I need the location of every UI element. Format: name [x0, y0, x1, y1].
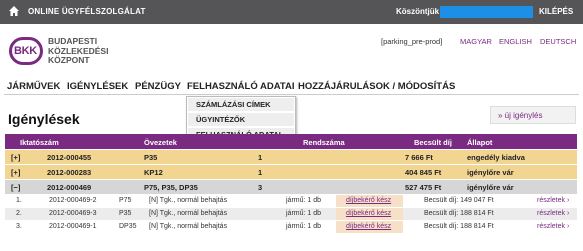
sub-row-zone: P35	[119, 210, 132, 217]
nav-igenylesek[interactable]: IGÉNYLÉSEK	[67, 81, 128, 92]
sub-row-number: 3.	[16, 223, 22, 230]
logo-line: KÖZPONT	[48, 55, 90, 65]
row-count: 1	[258, 153, 263, 162]
row-zones: KP12	[144, 168, 163, 177]
row-count: 1	[258, 168, 263, 177]
row-status: igénylőre vár	[467, 168, 514, 177]
sub-row-fee: Becsült díj: 188 814 Ft	[424, 210, 494, 217]
sub-row-zone: P75	[119, 197, 132, 204]
row-status: engedély kiadva	[467, 153, 525, 162]
table-row: [−] 2012-000469 P75, P35, DP35 3 527 475…	[5, 180, 577, 194]
sub-row: 2. 2012-000469-3 P35 [N] Tgk., normál be…	[5, 208, 577, 220]
sub-row-id: 2012-000469-1	[49, 223, 97, 230]
lang-deutsch[interactable]: DEUTSCH	[540, 37, 576, 46]
col-header-ovezetek: Övezetek	[144, 138, 177, 147]
top-bar: ONLINE ÜGYFÉLSZOLGÁLAT Köszöntjük KILÉPÉ…	[0, 0, 583, 24]
row-status: igénylőre vár	[467, 183, 514, 192]
nav-divider	[4, 94, 579, 95]
username-box	[440, 6, 533, 18]
nav-hozzajarulasok[interactable]: HOZZÁJÁRULÁSOK / MÓDOSÍTÁS	[298, 81, 455, 92]
col-header-iktatoszam: Iktatószám	[20, 138, 59, 147]
details-link[interactable]: részletek ›	[537, 197, 569, 204]
row-id: 2012-000283	[47, 168, 92, 177]
sub-row: 3. 2012-000469-1 DP35 [N] Tgk., normál b…	[5, 221, 577, 233]
row-id: 2012-000469	[47, 183, 92, 192]
menu-item-billing-addresses[interactable]: SZÁMLÁZÁSI CÍMEK	[188, 98, 294, 111]
home-icon[interactable]	[8, 5, 20, 17]
sub-row-fee: Becsült díj: 149 047 Ft	[424, 197, 494, 204]
details-link[interactable]: részletek ›	[537, 223, 569, 230]
table-row: [+] 2012-000283 KP12 1 404 845 Ft igényl…	[5, 165, 577, 179]
sub-row-desc: [N] Tgk., normál behajtás	[149, 210, 228, 217]
nav-felhasznalo-adatai[interactable]: FELHASZNÁLÓ ADATAI	[187, 81, 294, 92]
collapse-toggle[interactable]: [−]	[11, 183, 20, 192]
table-row: [+] 2012-000455 P35 1 7 666 Ft engedély …	[5, 150, 577, 164]
sub-row-vehicles: jármű: 1 db	[286, 197, 322, 204]
sub-row-id: 2012-000469-2	[49, 197, 97, 204]
bkk-logo[interactable]: BKK	[9, 37, 43, 65]
sub-row-id: 2012-000469-3	[49, 210, 97, 217]
col-header-rendszama: Rendszáma	[303, 138, 345, 147]
col-header-becsult-dij: Becsült díj	[414, 138, 452, 147]
row-zones: P35	[144, 153, 158, 162]
table-header: Iktatószám Övezetek Rendszáma Becsült dí…	[5, 134, 577, 149]
fee-request-link[interactable]: díjbekérő kész	[346, 223, 391, 230]
sub-row-number: 2.	[16, 210, 22, 217]
page-title: Igénylések	[8, 111, 80, 127]
row-zones: P75, P35, DP35	[144, 183, 198, 192]
lang-english[interactable]: ENGLISH	[499, 37, 532, 46]
logout-link[interactable]: KILÉPÉS	[539, 7, 573, 16]
logo-text: BUDAPESTI KÖZLEKEDÉSI KÖZPONT	[48, 36, 108, 66]
menu-item-administrators[interactable]: ÜGYINTÉZŐK	[188, 113, 294, 126]
lang-magyar[interactable]: MAGYAR	[460, 37, 492, 46]
nav-penzugy[interactable]: PÉNZÜGY	[135, 81, 181, 92]
row-fee: 404 845 Ft	[405, 168, 442, 177]
new-request-button[interactable]: » új igénylés	[490, 106, 576, 124]
details-link[interactable]: részletek ›	[537, 210, 569, 217]
sub-row-desc: [N] Tgk., normál behajtás	[149, 223, 228, 230]
sub-row-fee: Becsült díj: 188 814 Ft	[424, 223, 494, 230]
environment-label: [parking_pre-prod]	[381, 37, 443, 46]
fee-request-link[interactable]: díjbekérő kész	[346, 197, 391, 204]
sub-row-desc: [N] Tgk., normál behajtás	[149, 197, 228, 204]
expand-toggle[interactable]: [+]	[11, 153, 20, 162]
sub-row-vehicles: jármű: 1 db	[286, 210, 322, 217]
row-id: 2012-000455	[47, 153, 92, 162]
sub-row-vehicles: jármű: 1 db	[286, 223, 322, 230]
welcome-text: Köszöntjük	[396, 7, 440, 16]
logo-mark: BKK	[14, 45, 37, 57]
nav-jarmuvek[interactable]: JÁRMŰVEK	[7, 81, 60, 92]
row-fee: 527 475 Ft	[405, 183, 442, 192]
row-count: 3	[258, 183, 263, 192]
sub-row-zone: DP35	[119, 223, 137, 230]
row-fee: 7 666 Ft	[405, 153, 433, 162]
col-header-allapot: Állapot	[467, 138, 493, 147]
site-title: ONLINE ÜGYFÉLSZOLGÁLAT	[28, 7, 146, 16]
expand-toggle[interactable]: [+]	[11, 168, 20, 177]
sub-row-number: 1.	[16, 197, 22, 204]
fee-request-link[interactable]: díjbekérő kész	[346, 210, 391, 217]
sub-row: 1. 2012-000469-2 P75 [N] Tgk., normál be…	[5, 195, 577, 207]
